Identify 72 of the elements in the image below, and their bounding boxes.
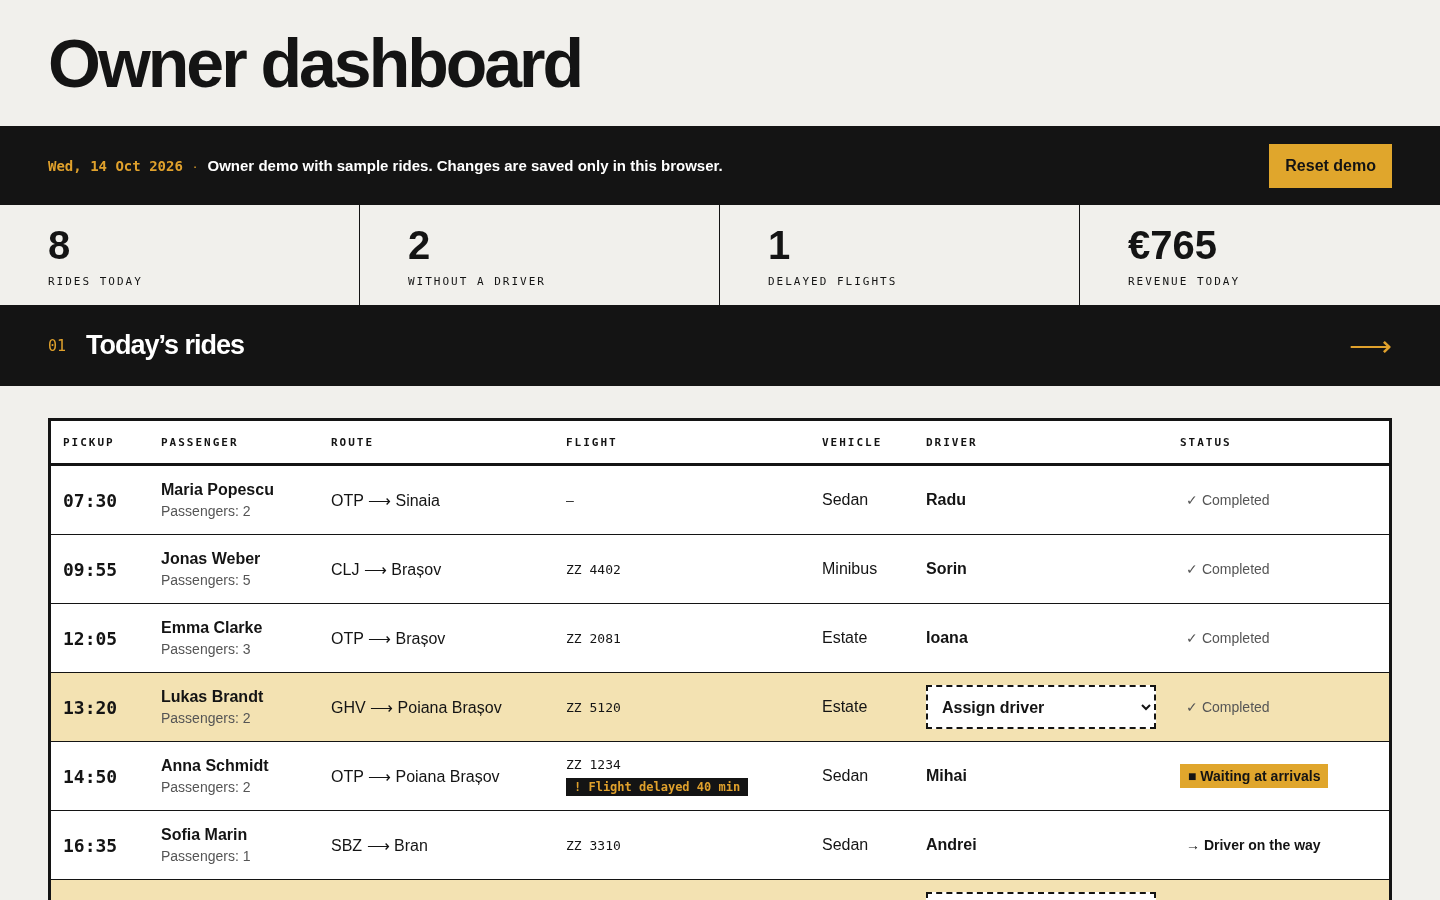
driver-name: Sorin [926,560,967,578]
vehicle: Sedan [822,491,869,509]
stat-value: €765 [1128,225,1217,265]
route: GHV ⟶ Poiana Brașov [331,697,502,717]
flight-number: – [566,492,574,508]
route: OTP ⟶ Poiana Brașov [331,766,500,786]
driver-select[interactable]: Assign driver [926,685,1156,729]
pickup-time: 13:20 [63,696,118,718]
passenger-count: Passengers: 2 [161,779,251,795]
passenger-count: Passengers: 1 [161,848,251,864]
passenger-name: Jonas Weber [161,550,261,568]
vehicle: Sedan [822,836,869,854]
route: OTP ⟶ Sinaia [331,490,440,510]
column-header: PASSENGER [161,435,239,449]
stat-value: 1 [768,225,791,265]
column-header: DRIVER [926,435,978,449]
pickup-time: 16:35 [63,834,118,856]
driver-name: Andrei [926,836,977,854]
flight-number: ZZ 4402 [566,561,621,577]
stat-value: 8 [48,225,71,265]
passenger-name: Anna Schmidt [161,757,269,775]
passenger-name: Sofia Marin [161,826,248,844]
route: CLJ ⟶ Brașov [331,559,442,579]
driver-name: Radu [926,491,966,509]
reset-button[interactable]: Reset demo [1269,143,1392,188]
stat-value: 2 [408,225,431,265]
arrow-link[interactable]: ⟶ [1349,328,1392,363]
delay-badge: ! Flight delayed 40 min [566,777,749,796]
pickup-time: 09:55 [63,558,118,580]
stat-label: DELAYED FLIGHTS [768,275,898,288]
passenger-name: Maria Popescu [161,481,274,499]
column-header: ROUTE [331,435,375,449]
driver-name: Ioana [926,629,968,647]
column-header: FLIGHT [566,435,618,449]
pickup-time: 14:50 [63,765,118,787]
flight-number: ZZ 5120 [566,699,621,715]
separator-dot: · [192,157,198,174]
vehicle: Estate [822,629,868,647]
passenger-count: Passengers: 2 [161,710,251,726]
status-label: ✓ Completed [1186,492,1270,508]
status-label: ✓ Completed [1186,699,1270,715]
demo-message: Owner demo with sample rides. Changes are saved only in this browser. [207,157,724,174]
column-header: STATUS [1180,435,1232,449]
vehicle: Minibus [822,560,878,578]
flight-number: ZZ 2081 [566,630,621,646]
route: SBZ ⟶ Bran [331,835,428,855]
route: OTP ⟶ Brașov [331,628,446,648]
vehicle: Estate [822,698,868,716]
status-label: ✓ Completed [1186,561,1270,577]
stat-label: WITHOUT A DRIVER [408,275,546,288]
passenger-name: Emma Clarke [161,619,263,637]
status-label: ✓ Completed [1186,630,1270,646]
flight-number: ZZ 3310 [566,837,621,853]
vehicle: Sedan [822,767,869,785]
driver-name: Mihai [926,767,967,785]
column-header: PICKUP [63,435,115,449]
page-title: Owner dashboard [48,29,582,97]
status-label: ■ Waiting at arrivals [1180,764,1329,788]
status-label: → Driver on the way [1186,837,1321,853]
flight-number: ZZ 1234 [566,756,621,772]
passenger-count: Passengers: 5 [161,572,251,588]
section-title: Today’s rides [86,330,246,361]
passenger-count: Passengers: 3 [161,641,251,657]
date-label: Wed, 14 Oct 2026 [48,157,183,174]
column-header: VEHICLE [822,435,883,449]
pickup-time: 07:30 [63,489,118,511]
pickup-time: 12:05 [63,627,118,649]
stat-label: REVENUE TODAY [1128,275,1241,288]
stat-label: RIDES TODAY [48,275,143,288]
passenger-count: Passengers: 2 [161,503,251,519]
passenger-name: Lukas Brandt [161,688,264,706]
section-number: 01 [48,336,67,355]
